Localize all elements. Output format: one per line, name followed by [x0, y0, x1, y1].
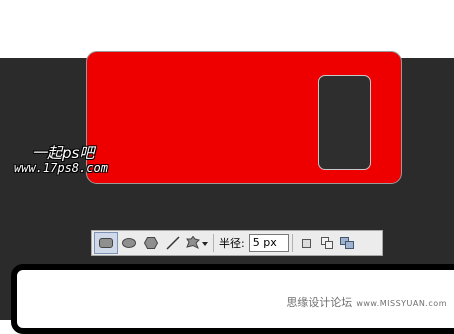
rounded-rectangle-tool-button[interactable]: [94, 232, 118, 254]
add-to-shape-area-button[interactable]: [299, 232, 316, 254]
ellipse-tool-button[interactable]: [118, 232, 140, 254]
watermark-logo: 一起ps吧 www.17ps8.com: [14, 145, 124, 180]
intersect-shape-areas-button[interactable]: [339, 232, 356, 254]
subtracted-rounded-rectangle[interactable]: [318, 75, 371, 170]
radius-label: 半径:: [219, 237, 245, 250]
custom-shape-tool-button[interactable]: [184, 232, 210, 254]
logo-url: www.17ps8.com: [14, 161, 108, 175]
custom-shape-icon: [186, 236, 208, 250]
top-white-area: [0, 0, 454, 58]
site-name: 思缘设计论坛: [286, 296, 353, 309]
rounded-rectangle-icon: [99, 238, 113, 248]
site-watermark: 思缘设计论坛 www.MISSYUAN.com: [286, 294, 447, 310]
ellipse-icon: [122, 238, 136, 248]
polygon-icon: [143, 237, 159, 249]
line-tool-button[interactable]: [162, 232, 184, 254]
radius-input[interactable]: 5 px: [248, 234, 289, 252]
subtract-shape-area-icon: [321, 237, 334, 249]
site-url: www.MISSYUAN.com: [356, 299, 447, 308]
polygon-tool-button[interactable]: [140, 232, 162, 254]
subtract-from-shape-area-button[interactable]: [319, 232, 336, 254]
line-icon: [166, 236, 180, 250]
intersect-shape-areas-icon: [340, 237, 355, 249]
toolbar-separator: [291, 234, 293, 252]
toolbar-separator: [213, 234, 214, 252]
logo-text: 一起ps吧: [32, 144, 95, 162]
shape-options-toolbar: 半径: 5 px: [91, 230, 383, 256]
add-shape-area-icon: [302, 239, 312, 248]
